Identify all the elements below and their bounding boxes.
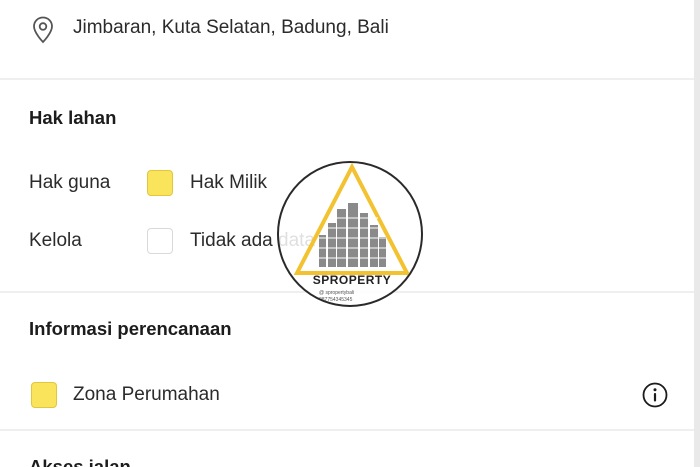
section-title-hak-lahan: Hak lahan: [29, 107, 117, 128]
scroll-edge: [694, 0, 700, 467]
location-pin-icon: [33, 16, 53, 44]
watermark-logo: SPROPERTY @ spropertybali 087754345345: [277, 161, 423, 307]
kelola-label: Kelola: [29, 230, 82, 251]
kelola-color-swatch: [147, 228, 173, 254]
info-icon[interactable]: [642, 382, 668, 408]
watermark-line-2: 087754345345: [319, 297, 353, 303]
hak-milik-color-swatch: [147, 170, 173, 196]
section-title-akses-jalan: Akses jalan: [29, 456, 131, 467]
watermark-brand: SPROPERTY: [312, 273, 392, 287]
divider: [0, 78, 694, 80]
location-address: Jimbaran, Kuta Selatan, Badung, Bali: [73, 17, 389, 38]
watermark-line-1: @ spropertybali: [319, 290, 355, 296]
zona-perumahan-color-swatch: [31, 382, 57, 408]
hak-guna-label: Hak guna: [29, 172, 111, 193]
hak-guna-value: Hak Milik: [190, 172, 268, 193]
divider: [0, 429, 694, 431]
zona-perumahan-label: Zona Perumahan: [73, 384, 220, 405]
location-row: Jimbaran, Kuta Selatan, Badung, Bali: [0, 0, 694, 80]
section-title-informasi-perencanaan: Informasi perencanaan: [29, 318, 232, 339]
